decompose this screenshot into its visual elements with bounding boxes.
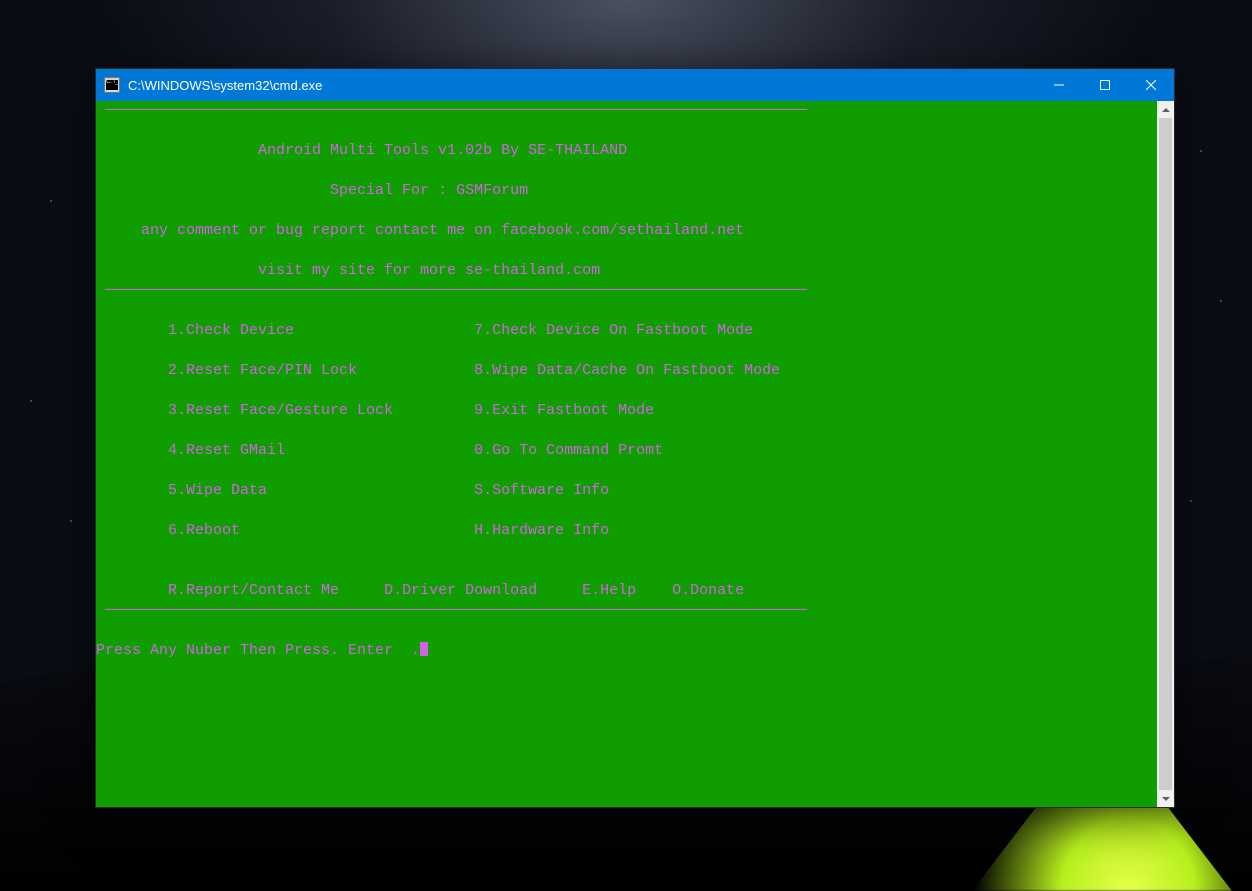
menu-item-6: 6.Reboot [168,522,240,539]
scroll-thumb[interactable] [1159,118,1172,790]
menu-item-2: 2.Reset Face/PIN Lock [168,362,357,379]
menu-item-4: 4.Reset GMail [168,442,285,459]
divider: ────────────────────────────────────────… [96,602,807,619]
cmd-icon [104,77,120,93]
divider: ────────────────────────────────────────… [96,282,807,299]
contact-line: any comment or bug report contact me on … [141,222,744,239]
menu-item-d: D.Driver Download [384,582,537,599]
menu-item-r: R.Report/Contact Me [168,582,339,599]
scroll-up-button[interactable] [1157,101,1174,118]
cursor-icon [420,642,428,656]
menu-item-s: S.Software Info [474,482,609,499]
menu-item-3: 3.Reset Face/Gesture Lock [168,402,393,419]
window-title: C:\WINDOWS\system32\cmd.exe [128,78,322,93]
menu-item-8: 8.Wipe Data/Cache On Fastboot Mode [474,362,780,379]
close-button[interactable] [1128,69,1174,101]
visit-line: visit my site for more se-thailand.com [258,262,600,279]
scroll-down-button[interactable] [1157,790,1174,807]
cmd-window: C:\WINDOWS\system32\cmd.exe ────────────… [95,68,1175,808]
menu-item-e: E.Help [582,582,636,599]
maximize-button[interactable] [1082,69,1128,101]
menu-item-1: 1.Check Device [168,322,294,339]
menu-item-5: 5.Wipe Data [168,482,267,499]
menu-item-h: H.Hardware Info [474,522,609,539]
menu-item-7: 7.Check Device On Fastboot Mode [474,322,753,339]
app-title: Android Multi Tools v1.02b By SE-THAILAN… [258,142,627,159]
menu-item-0: 0.Go To Command Promt [474,442,663,459]
prompt-text: Press Any Nuber Then Press. Enter . [96,642,420,659]
console-output[interactable]: ────────────────────────────────────────… [96,101,1157,807]
scrollbar[interactable] [1157,101,1174,807]
special-for: Special For : GSMForum [330,182,528,199]
divider: ────────────────────────────────────────… [96,102,807,119]
menu-item-o: O.Donate [672,582,744,599]
titlebar[interactable]: C:\WINDOWS\system32\cmd.exe [96,69,1174,101]
minimize-button[interactable] [1036,69,1082,101]
menu-item-9: 9.Exit Fastboot Mode [474,402,654,419]
scroll-track[interactable] [1157,118,1174,790]
